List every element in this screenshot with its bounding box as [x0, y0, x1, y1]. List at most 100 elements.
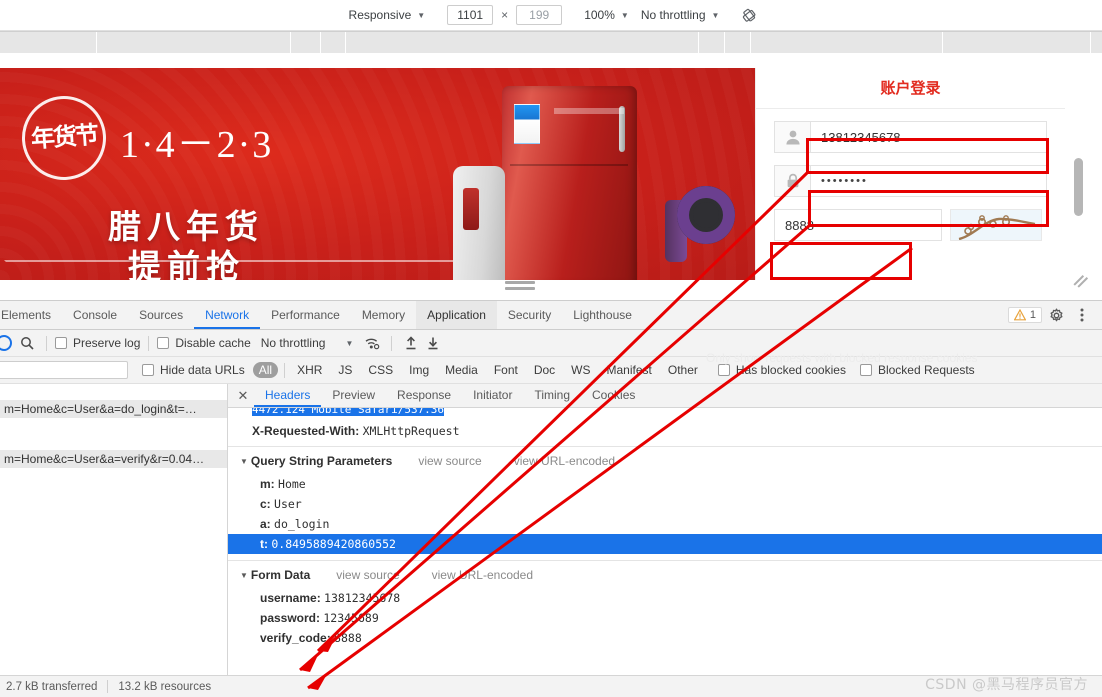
gear-icon[interactable] — [1044, 303, 1068, 327]
import-har-icon[interactable] — [400, 332, 422, 354]
tab-performance[interactable]: Performance — [260, 301, 351, 329]
param-value: 13812345678 — [324, 591, 401, 605]
lock-icon — [774, 165, 810, 197]
viewport-resize-handle[interactable] — [505, 281, 535, 291]
has-blocked-cookies-checkbox[interactable]: Has blocked cookies — [717, 363, 846, 377]
form-param-password: password: 12345689 — [228, 608, 1102, 628]
filter-type-all[interactable]: All — [252, 362, 279, 378]
annotation-box-username — [806, 138, 1049, 174]
chevron-down-icon: ▼ — [711, 11, 720, 20]
air-conditioner-image — [453, 166, 505, 280]
hide-data-urls-checkbox[interactable]: Hide data URLs — [142, 363, 245, 377]
param-key: m: — [260, 477, 275, 491]
has-blocked-cookies-label: Has blocked cookies — [735, 363, 846, 377]
network-body: m=Home&c=User&a=do_login&t=… m=Home&c=Us… — [0, 384, 1102, 675]
tab-label: Performance — [271, 308, 340, 322]
tab-application[interactable]: Application — [416, 301, 497, 329]
checkbox-box — [55, 337, 67, 349]
clipped-user-agent-text: 4472.124 Mobile Safari/537.36 — [252, 408, 445, 416]
filter-type-other[interactable]: Other — [662, 362, 704, 378]
tab-label: Application — [427, 308, 486, 322]
tab-network[interactable]: Network — [194, 301, 260, 329]
record-icon[interactable] — [0, 335, 12, 351]
viewport-scrollbar[interactable] — [1074, 158, 1083, 216]
viewport-resize-corner[interactable] — [1073, 272, 1089, 288]
banner-stamp: 年货节 — [19, 93, 109, 183]
filter-type-xhr[interactable]: XHR — [291, 362, 328, 378]
disable-cache-label: Disable cache — [175, 336, 251, 350]
more-vertical-icon[interactable] — [1070, 303, 1094, 327]
disable-cache-checkbox[interactable]: Disable cache — [157, 336, 251, 350]
blocked-requests-checkbox[interactable]: Blocked Requests — [859, 363, 975, 377]
param-value: 12345689 — [323, 611, 379, 625]
tab-label: Memory — [361, 308, 406, 322]
filter-type-js[interactable]: JS — [332, 362, 358, 378]
chevron-down-icon: ▼ — [417, 11, 426, 20]
zoom-select[interactable]: 100% ▼ — [578, 6, 635, 24]
param-key: username: — [260, 591, 321, 605]
tab-lighthouse[interactable]: Lighthouse — [562, 301, 643, 329]
rotate-device-icon[interactable] — [739, 5, 759, 25]
form-view-url-encoded-link[interactable]: view URL-encoded — [432, 568, 533, 582]
x-requested-with-value: XMLHttpRequest — [362, 424, 460, 438]
network-throttling-select[interactable]: No throttling ▼ — [261, 336, 354, 350]
request-row-verify[interactable]: m=Home&c=User&a=verify&r=0.04… — [0, 450, 227, 468]
preserve-log-checkbox[interactable]: Preserve log — [55, 336, 140, 350]
promo-banner: 年货节 1·4－2·3 腊八年货 提前抢 爆品低至5折 — [0, 68, 755, 280]
request-row-do-login[interactable]: m=Home&c=User&a=do_login&t=… — [0, 400, 227, 418]
filter-type-media[interactable]: Media — [439, 362, 484, 378]
tab-console[interactable]: Console — [62, 301, 128, 329]
dimension-separator: × — [501, 8, 509, 22]
tab-security[interactable]: Security — [497, 301, 562, 329]
search-icon[interactable] — [16, 332, 38, 354]
query-param-a: a: do_login — [228, 514, 1102, 534]
network-conditions-icon[interactable] — [361, 332, 383, 354]
param-key: password: — [260, 611, 321, 625]
query-string-section-header[interactable]: ▼ Query String Parameters view source vi… — [228, 447, 1102, 474]
param-value: User — [274, 497, 302, 511]
request-list[interactable]: m=Home&c=User&a=do_login&t=… m=Home&c=Us… — [0, 384, 228, 675]
filter-type-doc[interactable]: Doc — [528, 362, 561, 378]
query-param-t[interactable]: t: 0.8495889420860552 — [228, 534, 1102, 554]
filter-type-manifest[interactable]: Manifest — [601, 362, 658, 378]
tab-sources[interactable]: Sources — [128, 301, 194, 329]
subtab-cookies[interactable]: Cookies — [581, 384, 646, 407]
request-detail: ✕ Headers Preview Response Initiator Tim… — [228, 384, 1102, 675]
tab-elements[interactable]: Elements — [0, 301, 62, 329]
filter-input[interactable] — [0, 361, 128, 379]
tab-label: Console — [73, 308, 118, 322]
resources-label: 13.2 kB resources — [118, 680, 212, 693]
subtab-timing[interactable]: Timing — [523, 384, 581, 407]
checkbox-box — [157, 337, 170, 349]
tab-memory[interactable]: Memory — [351, 301, 416, 329]
filter-type-ws[interactable]: WS — [565, 362, 596, 378]
param-value: Home — [278, 477, 306, 491]
form-view-source-link[interactable]: view source — [336, 568, 399, 582]
preserve-log-label: Preserve log — [73, 336, 141, 350]
filter-type-css[interactable]: CSS — [362, 362, 399, 378]
subtab-headers[interactable]: Headers — [254, 384, 321, 407]
subtab-initiator[interactable]: Initiator — [462, 384, 523, 407]
filter-type-font[interactable]: Font — [488, 362, 524, 378]
filter-type-img[interactable]: Img — [403, 362, 435, 378]
subtab-response[interactable]: Response — [386, 384, 462, 407]
query-view-url-encoded-link[interactable]: view URL-encoded — [514, 454, 615, 468]
query-view-source-link[interactable]: view source — [418, 454, 481, 468]
param-key: t: — [260, 537, 268, 551]
throttling-label: No throttling — [260, 336, 326, 350]
export-har-icon[interactable] — [422, 332, 444, 354]
subtab-preview[interactable]: Preview — [321, 384, 386, 407]
device-preset-select[interactable]: Responsive ▼ — [343, 6, 432, 24]
viewport-width-input[interactable] — [447, 5, 494, 25]
refrigerator-image — [502, 86, 637, 280]
viewport-height-input[interactable] — [516, 5, 563, 25]
hair-dryer-image — [655, 182, 735, 262]
throttling-select[interactable]: No throttling ▼ — [635, 6, 726, 24]
warning-badge[interactable]: 1 — [1007, 307, 1042, 323]
media-query-ruler[interactable] — [0, 31, 1102, 54]
page-viewport: 年货节 1·4－2·3 腊八年货 提前抢 爆品低至5折 账户登录 — [0, 68, 1084, 280]
form-data-section-header[interactable]: ▼ Form Data view source view URL-encoded — [228, 561, 1102, 588]
form-data-title: Form Data — [250, 568, 311, 582]
clipped-user-agent-line: 4472.124 Mobile Safari/537.36 — [228, 408, 1102, 420]
close-icon[interactable]: ✕ — [232, 388, 254, 404]
